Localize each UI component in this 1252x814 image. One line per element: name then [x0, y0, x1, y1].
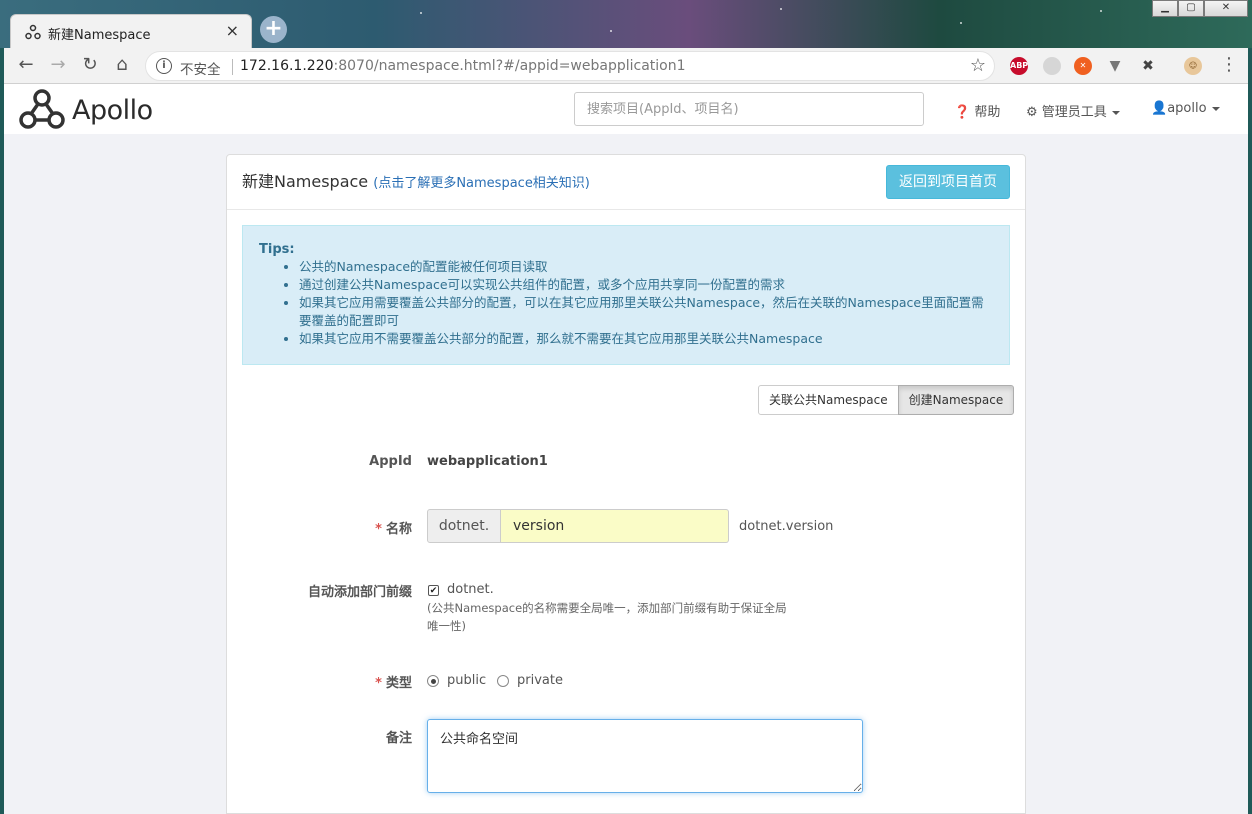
auto-prefix-value: dotnet.: [447, 582, 494, 597]
forward-icon[interactable]: →: [46, 54, 70, 75]
type-public-radio[interactable]: [427, 675, 439, 687]
tip-item: 公共的Namespace的配置能被任何项目读取: [299, 258, 993, 276]
create-namespace-panel: 新建Namespace (点击了解更多Namespace相关知识) 返回到项目首…: [226, 154, 1026, 814]
comment-textarea[interactable]: 公共命名空间: [427, 719, 863, 793]
address-bar[interactable]: i 不安全 172.16.1.220:8070/namespace.html?#…: [145, 51, 995, 81]
decor-dot: [610, 30, 612, 32]
extension-icon[interactable]: ✕: [1074, 57, 1092, 75]
user-icon: 👤: [1151, 101, 1168, 116]
admin-tools-label: 管理员工具: [1041, 105, 1107, 120]
tip-item: 如果其它应用不需要覆盖公共部分的配置，那么就不需要在其它应用那里关联公共Name…: [299, 330, 993, 348]
help-link[interactable]: ❓ 帮助: [954, 101, 1000, 120]
tip-item: 如果其它应用需要覆盖公共部分的配置，可以在其它应用那里关联公共Namespace…: [299, 294, 993, 330]
decor-dot: [1100, 10, 1102, 12]
close-window-button[interactable]: ✕: [1204, 0, 1248, 17]
url-text[interactable]: 172.16.1.220:8070/namespace.html?#/appid…: [240, 58, 686, 74]
tips-title: Tips:: [259, 242, 295, 257]
bookmark-star-icon[interactable]: ☆: [970, 55, 986, 76]
window-titlebar: 新建Namespace × + ▁ ▢ ✕: [0, 0, 1252, 48]
tips-alert: Tips: 公共的Namespace的配置能被任何项目读取 通过创建公共Name…: [242, 225, 1010, 365]
url-path: :8070/namespace.html?#/appid=webapplicat…: [333, 58, 686, 74]
minimize-button[interactable]: ▁: [1152, 0, 1178, 17]
gear-icon: ⚙: [1026, 105, 1038, 120]
name-label: * 名称: [242, 518, 412, 537]
auto-prefix-help: (公共Namespace的名称需要全局唯一，添加部门前缀有助于保证全局唯一性): [427, 601, 787, 633]
panel-header: 新建Namespace (点击了解更多Namespace相关知识) 返回到项目首…: [227, 155, 1025, 210]
new-tab-button[interactable]: +: [260, 16, 287, 43]
namespace-help-link[interactable]: (点击了解更多Namespace相关知识): [373, 176, 590, 191]
appid-value: webapplication1: [427, 454, 548, 469]
namespace-full-name: dotnet.version: [739, 519, 834, 534]
link-public-namespace-button[interactable]: 关联公共Namespace: [758, 385, 899, 415]
tip-item: 通过创建公共Namespace可以实现公共组件的配置，或多个应用共享同一份配置的…: [299, 276, 993, 294]
namespace-name-group: dotnet.: [427, 509, 729, 543]
browser-toolbar: ← → ↻ ⌂ i 不安全 172.16.1.220:8070/namespac…: [0, 48, 1252, 84]
maximize-button[interactable]: ▢: [1178, 0, 1204, 17]
window-controls: ▁ ▢ ✕: [1152, 0, 1248, 17]
tips-list: 公共的Namespace的配置能被任何项目读取 通过创建公共Namespace可…: [299, 258, 993, 348]
user-dropdown[interactable]: 👤apollo: [1151, 101, 1220, 116]
search-input[interactable]: [574, 92, 924, 126]
decor-dot: [780, 8, 782, 10]
info-icon[interactable]: i: [156, 58, 172, 74]
back-icon[interactable]: ←: [14, 54, 38, 75]
adblock-icon[interactable]: ABP: [1010, 57, 1028, 75]
reload-icon[interactable]: ↻: [78, 54, 102, 75]
caret-down-icon: [1211, 106, 1220, 111]
help-label: 帮助: [974, 105, 1001, 120]
apollo-favicon-icon: [25, 24, 41, 40]
name-label-text: 名称: [385, 522, 412, 537]
home-icon[interactable]: ⌂: [110, 54, 134, 75]
brand-logo[interactable]: Apollo: [18, 88, 153, 132]
app-navbar: Apollo ❓ 帮助 ⚙ 管理员工具 👤apollo: [4, 85, 1248, 134]
browser-tab[interactable]: 新建Namespace ×: [10, 14, 252, 48]
auto-prefix-label: 自动添加部门前缀: [307, 585, 412, 600]
admin-tools-dropdown[interactable]: ⚙ 管理员工具: [1026, 101, 1120, 120]
menu-icon[interactable]: ⋮: [1220, 54, 1238, 75]
vue-icon[interactable]: ▼: [1106, 57, 1124, 75]
back-to-project-button[interactable]: 返回到项目首页: [886, 165, 1010, 199]
auto-prefix-checkbox[interactable]: ✔: [428, 585, 439, 596]
panel-title-text: 新建Namespace: [242, 172, 369, 191]
question-circle-icon: ❓: [954, 105, 971, 120]
name-prefix-addon: dotnet.: [427, 509, 501, 543]
tab-title: 新建Namespace: [48, 28, 151, 43]
appid-label: AppId: [369, 454, 412, 469]
decor-dot: [960, 22, 962, 24]
user-name: apollo: [1167, 101, 1207, 116]
decor-dot: [420, 12, 422, 14]
divider: [232, 59, 233, 75]
type-public-label: public: [447, 673, 487, 688]
required-mark: *: [375, 676, 382, 691]
apollo-logo-icon: [19, 89, 65, 129]
insecure-label: 不安全: [180, 62, 221, 78]
type-private-radio[interactable]: [497, 675, 509, 687]
namespace-mode-toggle: 关联公共Namespace 创建Namespace: [758, 385, 1015, 415]
sync-icon[interactable]: [1043, 57, 1061, 75]
caret-down-icon: [1111, 110, 1120, 115]
type-private-label: private: [517, 673, 563, 688]
type-label-text: 类型: [385, 676, 412, 691]
create-namespace-button[interactable]: 创建Namespace: [897, 385, 1015, 415]
required-mark: *: [375, 522, 382, 537]
page-title: 新建Namespace (点击了解更多Namespace相关知识): [242, 168, 590, 192]
type-label: * 类型: [242, 672, 412, 691]
window-border: [1248, 48, 1252, 814]
brand-name: Apollo: [72, 94, 153, 126]
profile-icon[interactable]: ☺: [1184, 57, 1202, 75]
url-host: 172.16.1.220: [240, 58, 334, 74]
namespace-name-input[interactable]: [501, 509, 729, 543]
comment-label: 备注: [385, 731, 412, 746]
tab-close-icon[interactable]: ×: [226, 21, 239, 40]
devtools-icon[interactable]: ✖: [1139, 57, 1157, 75]
